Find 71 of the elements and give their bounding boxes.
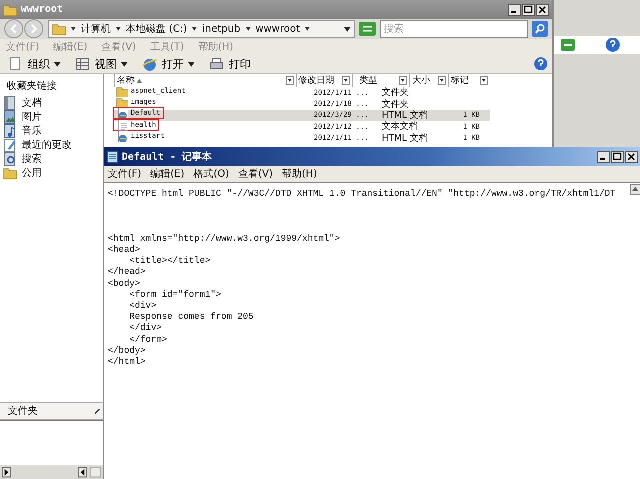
menu-item[interactable]: 帮助(H) <box>282 166 318 180</box>
globe-icon <box>142 56 158 72</box>
search-field[interactable]: 搜索 <box>380 20 528 38</box>
address-bar[interactable]: 计算机 本地磁盘 (C:) inetpub wwwroot <box>48 20 355 38</box>
document-icon <box>3 96 17 110</box>
globe-page-icon <box>116 107 128 120</box>
minimize-icon <box>508 4 521 16</box>
printer-icon <box>209 56 225 72</box>
close-icon <box>625 150 638 162</box>
music-note-icon <box>3 124 17 138</box>
picture-icon <box>3 110 17 124</box>
favorite-link[interactable]: 文档 <box>3 96 103 110</box>
type-cell-text: HTML 文档 <box>381 110 429 122</box>
window-title: Default - 记事本 <box>122 150 214 164</box>
notepad-icon <box>107 150 118 162</box>
folder-icon <box>116 84 128 97</box>
caret-icon <box>192 27 198 31</box>
breadcrumb-item[interactable]: 计算机 <box>81 22 111 36</box>
scroll-thumb-icon <box>90 466 101 478</box>
menu-item[interactable]: 格式(O) <box>194 166 230 180</box>
folders-label: 文件夹 <box>8 404 38 418</box>
grid-icon <box>75 56 91 72</box>
caret-icon <box>246 27 251 31</box>
breadcrumb-item[interactable]: wwwroot <box>256 24 300 34</box>
minimize-icon <box>597 150 610 162</box>
help-icon <box>534 57 548 71</box>
scroll-up-icon <box>630 184 640 195</box>
column-header[interactable]: 类型 <box>352 74 410 87</box>
search-icon <box>532 21 548 37</box>
section-title: 收藏夹链接 <box>6 80 58 93</box>
menu-item[interactable]: 文件(F) <box>108 166 142 180</box>
toolbar-button[interactable]: 打开 <box>138 56 199 72</box>
type-cell-text: 文本文档 <box>381 120 419 134</box>
caret-icon <box>71 27 76 31</box>
favorite-link[interactable]: 公用 <box>3 166 103 180</box>
caret-icon <box>305 27 310 31</box>
menu-item[interactable]: 查看(V) <box>238 166 274 180</box>
folder-icon <box>52 22 66 36</box>
folders-bar[interactable]: 文件夹 <box>0 402 103 420</box>
maximize-icon <box>522 4 535 16</box>
column-header[interactable]: 大小 <box>409 74 448 87</box>
globe-page-icon <box>116 130 128 142</box>
menu-item[interactable]: 编辑(E) <box>150 166 185 180</box>
sort-arrow-icon <box>137 78 142 82</box>
expand-icon <box>95 408 100 414</box>
window-title: wwwroot <box>21 4 64 15</box>
favorite-link[interactable]: 图片 <box>3 110 103 124</box>
document-pencil-icon <box>3 138 17 152</box>
column-header[interactable]: 标记 <box>448 74 490 87</box>
toolbar-button[interactable]: 打印 <box>205 56 255 72</box>
type-cell-text: 文件夹 <box>381 86 410 100</box>
toolbar-button[interactable]: 组织 <box>4 56 65 72</box>
breadcrumb-item[interactable]: inetpub <box>202 24 241 34</box>
breadcrumb-item[interactable]: 本地磁盘 (C:) <box>126 22 188 36</box>
favorite-link[interactable]: 搜索 <box>3 152 103 166</box>
caret-icon <box>344 26 351 32</box>
column-header[interactable]: 名称 <box>114 74 296 87</box>
type-cell-text: 文件夹 <box>381 98 410 111</box>
close-icon <box>536 4 549 16</box>
folder-icon <box>3 166 17 180</box>
document-icon <box>116 118 128 131</box>
column-header[interactable]: 修改日期 <box>296 74 352 87</box>
toolbar-button[interactable]: 视图 <box>71 56 132 72</box>
document-text: <!DOCTYPE html PUBLIC "-//W3C//DTD XHTML 1.0 Transitional//EN" "http://www.w3.org/TR/xhtml1/DT <html xmlns="http://www.w3.org/1999/xhtml"> <head> <title></title> </head> <body> <form id="form1"> <div> Response comes from 205 </div> </form> </body> </html> <box>107 188 617 370</box>
caret-icon <box>116 27 121 31</box>
type-cell-text: HTML 文档 <box>381 132 429 145</box>
favorite-link[interactable]: 最近的更改 <box>3 138 103 152</box>
favorite-link[interactable]: 音乐 <box>3 124 103 138</box>
maximize-icon <box>611 150 624 162</box>
search-document-icon <box>3 152 17 166</box>
folder-icon <box>3 2 17 16</box>
